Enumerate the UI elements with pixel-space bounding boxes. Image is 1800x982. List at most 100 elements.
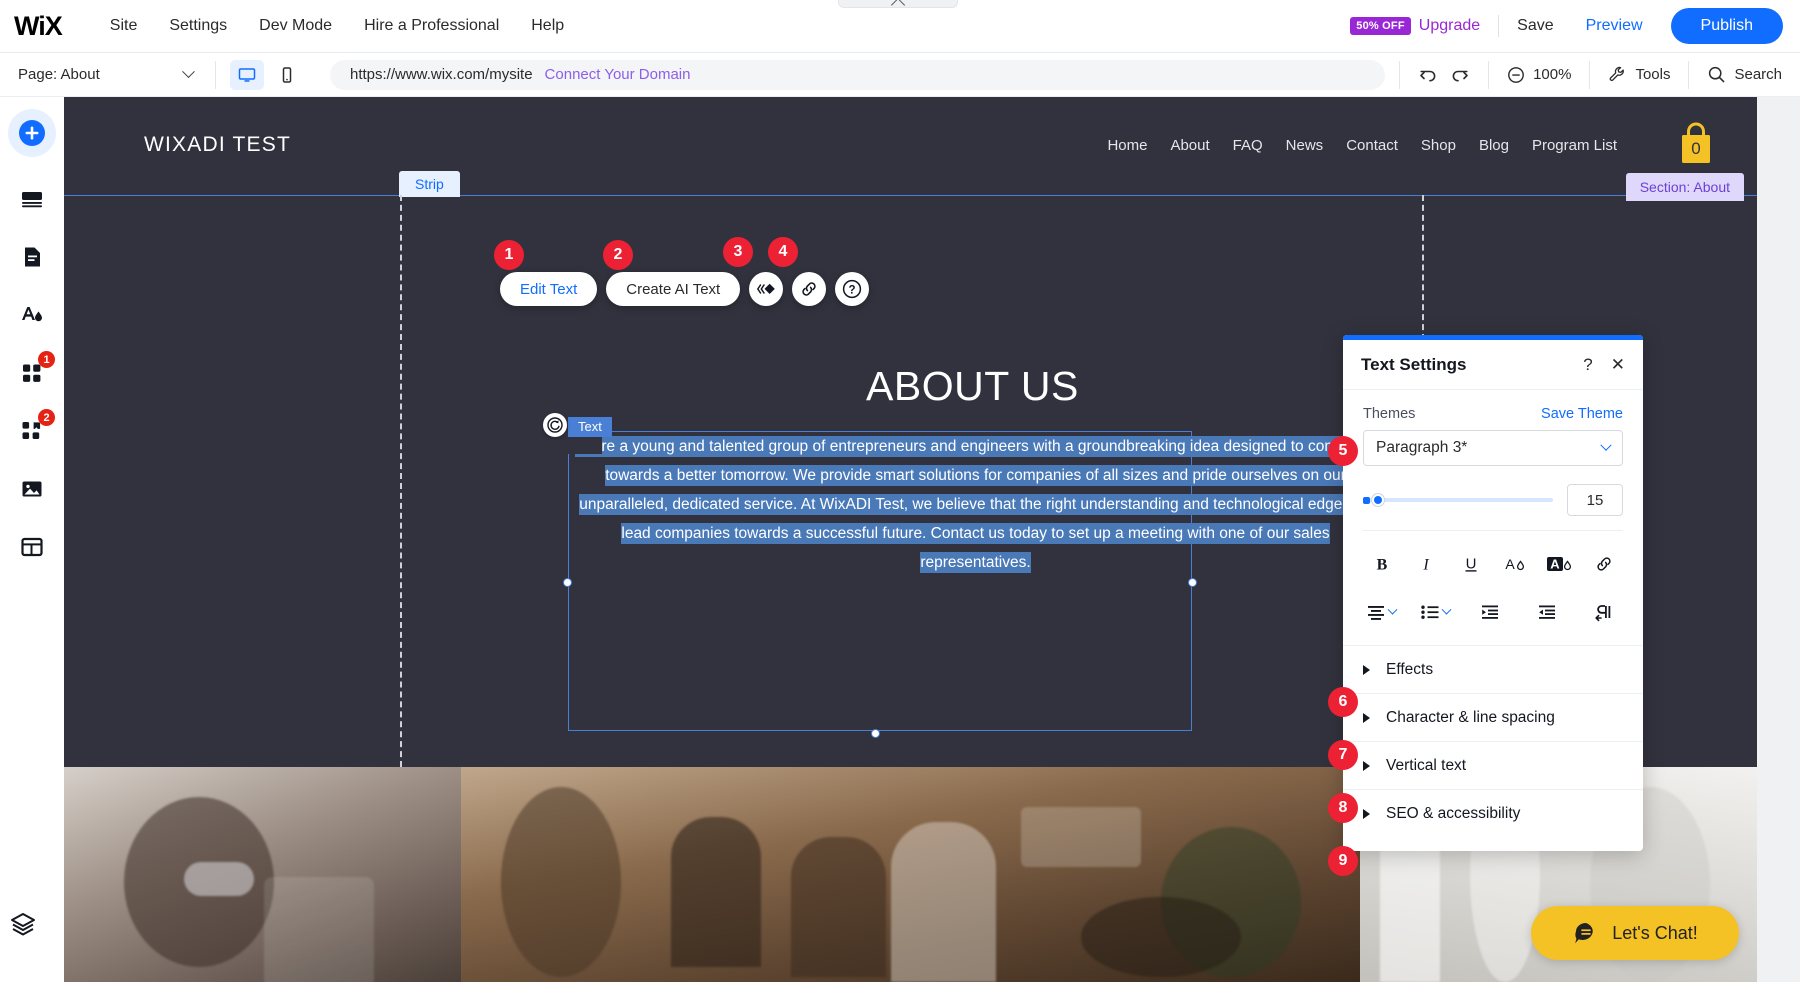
- highlight-color-button[interactable]: A: [1543, 547, 1577, 581]
- nav-blog[interactable]: Blog: [1479, 137, 1509, 154]
- resize-handle-right[interactable]: [1188, 578, 1197, 587]
- undo-button[interactable]: [1418, 65, 1440, 85]
- theme-select[interactable]: Paragraph 3*: [1363, 430, 1623, 466]
- bold-button[interactable]: B: [1365, 547, 1399, 581]
- svg-text:?: ?: [849, 284, 856, 296]
- panel-footer: [1343, 837, 1643, 851]
- accordion-character-line-spacing[interactable]: Character & line spacing: [1343, 693, 1643, 741]
- panel-help-icon[interactable]: ?: [1583, 356, 1592, 373]
- strip-badge[interactable]: Strip: [399, 171, 460, 197]
- indent-button[interactable]: [1530, 595, 1564, 629]
- tools-button[interactable]: Tools: [1589, 60, 1688, 89]
- resize-handle-left[interactable]: [563, 578, 572, 587]
- text-align-button[interactable]: [1365, 602, 1398, 622]
- site-url-bar[interactable]: https://www.wix.com/mysite Connect Your …: [330, 59, 1385, 90]
- wix-logo[interactable]: WiX: [14, 12, 63, 40]
- link-button[interactable]: [792, 272, 827, 306]
- link-format-button[interactable]: [1587, 547, 1621, 581]
- site-logo[interactable]: WIXADI TEST: [144, 133, 291, 157]
- edit-text-button[interactable]: Edit Text: [500, 272, 598, 306]
- sidebar-item-add-elements[interactable]: [8, 109, 56, 157]
- redo-button[interactable]: [1448, 65, 1470, 85]
- font-size-input[interactable]: 15: [1567, 484, 1623, 516]
- indent-icon: [1539, 605, 1555, 619]
- create-ai-text-button[interactable]: Create AI Text: [606, 272, 741, 306]
- page-selector-label: Page: About: [18, 66, 100, 83]
- rtl-button[interactable]: [1587, 595, 1621, 629]
- search-button[interactable]: Search: [1688, 60, 1800, 89]
- slider-start-marker: [1363, 497, 1370, 504]
- italic-button[interactable]: I: [1409, 547, 1443, 581]
- underline-button[interactable]: U: [1454, 547, 1488, 581]
- nav-faq[interactable]: FAQ: [1233, 137, 1263, 154]
- menu-help[interactable]: Help: [515, 11, 580, 41]
- nav-program-list[interactable]: Program List: [1532, 137, 1617, 154]
- mobile-icon: [282, 66, 292, 83]
- about-heading[interactable]: ABOUT US: [866, 363, 1079, 410]
- sidebar-item-layers[interactable]: [8, 909, 38, 944]
- nav-shop[interactable]: Shop: [1421, 137, 1456, 154]
- sidebar-item-integrations[interactable]: 2: [8, 407, 56, 455]
- save-button[interactable]: Save: [1517, 17, 1553, 35]
- outdent-button[interactable]: [1473, 595, 1507, 629]
- tools-label: Tools: [1635, 66, 1671, 83]
- link-icon: [802, 282, 816, 296]
- sidebar-item-pages[interactable]: [8, 233, 56, 281]
- accordion-effects[interactable]: Effects: [1343, 645, 1643, 693]
- save-theme-link[interactable]: Save Theme: [1541, 406, 1623, 422]
- browser-tab-nub[interactable]: [838, 0, 958, 8]
- menu-settings[interactable]: Settings: [153, 11, 243, 41]
- slider-knob[interactable]: [1372, 494, 1384, 506]
- gallery-image-2[interactable]: [461, 767, 1360, 982]
- divider: [1498, 15, 1500, 37]
- site-header[interactable]: WIXADI TEST Home About FAQ News Contact …: [64, 97, 1757, 195]
- about-paragraph[interactable]: We’re a young and talented group of entr…: [568, 432, 1383, 573]
- panel-close-icon[interactable]: ✕: [1611, 356, 1625, 373]
- preview-button[interactable]: Preview: [1586, 17, 1643, 35]
- section-badge[interactable]: Section: About: [1625, 173, 1744, 201]
- page-selector[interactable]: Page: About: [0, 53, 215, 97]
- rotate-handle[interactable]: [543, 413, 567, 437]
- marker-4: 4: [768, 237, 798, 267]
- text-color-button[interactable]: A: [1498, 547, 1532, 581]
- gallery-image-1[interactable]: [64, 767, 461, 982]
- lets-chat-button[interactable]: Let's Chat!: [1531, 906, 1739, 960]
- outdent-icon: [1482, 605, 1498, 619]
- menu-hire-a-professional[interactable]: Hire a Professional: [348, 11, 515, 41]
- nav-contact[interactable]: Contact: [1346, 137, 1398, 154]
- sidebar-item-add-section[interactable]: [8, 175, 56, 223]
- svg-text:A: A: [1550, 557, 1560, 572]
- nav-news[interactable]: News: [1286, 137, 1324, 154]
- desktop-view-button[interactable]: [230, 59, 264, 90]
- accordion-vertical-text[interactable]: Vertical text: [1343, 741, 1643, 789]
- align-center-icon: [1368, 606, 1384, 620]
- sidebar-item-cms[interactable]: [8, 523, 56, 571]
- marker-1: 1: [494, 240, 524, 270]
- marker-2: 2: [603, 240, 633, 270]
- mobile-view-button[interactable]: [270, 60, 304, 90]
- upgrade-link[interactable]: Upgrade: [1419, 17, 1480, 35]
- svg-text:B: B: [1377, 557, 1388, 574]
- sidebar-item-media[interactable]: [8, 465, 56, 513]
- zoom-control[interactable]: 100%: [1488, 60, 1589, 89]
- list-button[interactable]: [1419, 602, 1452, 622]
- menu-dev-mode[interactable]: Dev Mode: [243, 11, 348, 41]
- rtl-icon: [1595, 605, 1611, 622]
- publish-button[interactable]: Publish: [1670, 8, 1783, 44]
- cart-button[interactable]: 0: [1675, 119, 1717, 171]
- nav-home[interactable]: Home: [1107, 137, 1147, 154]
- layers-icon: [11, 913, 35, 936]
- resize-handle-bottom[interactable]: [871, 729, 880, 738]
- font-size-row: 15: [1363, 484, 1623, 516]
- menu-site[interactable]: Site: [94, 11, 154, 41]
- sidebar-item-apps[interactable]: 1: [8, 349, 56, 397]
- nav-about[interactable]: About: [1170, 137, 1209, 154]
- accordion-seo-accessibility[interactable]: SEO & accessibility: [1343, 789, 1643, 837]
- animation-button[interactable]: [749, 272, 784, 306]
- text-element-badge[interactable]: Text: [568, 417, 612, 437]
- chevron-right-icon: [1363, 712, 1370, 723]
- connect-domain-link[interactable]: Connect Your Domain: [545, 66, 691, 83]
- help-button[interactable]: ?: [835, 272, 870, 306]
- font-size-slider[interactable]: [1363, 492, 1553, 508]
- sidebar-item-site-design[interactable]: [8, 291, 56, 339]
